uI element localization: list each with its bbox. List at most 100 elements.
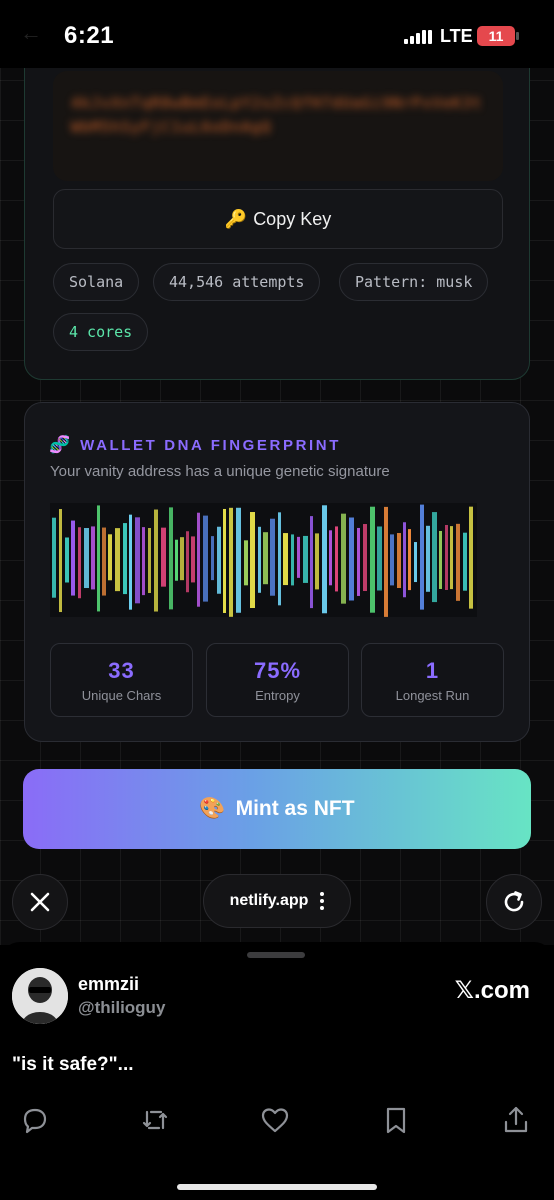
dna-bar [291, 534, 294, 586]
close-icon [30, 892, 50, 912]
battery-level: 11 [488, 28, 504, 44]
chip-cores: 4 cores [53, 313, 149, 351]
dna-bar [148, 528, 151, 594]
post-text: "is it safe?"... [12, 1054, 134, 1075]
cellular-signal-icon [404, 28, 434, 44]
stat-value: 33 [108, 658, 135, 683]
mint-nft-button[interactable]: 🎨 Mint as NFT [23, 769, 531, 849]
dna-bar [236, 507, 241, 613]
dna-bar [102, 527, 106, 596]
dna-bar [108, 534, 112, 581]
network-type: LTE [440, 26, 473, 46]
stat-unique-chars: 33 Unique Chars [50, 643, 193, 717]
dna-card: 🧬 WALLET DNA FINGERPRINT Your vanity add… [24, 402, 530, 742]
url-text: netlify.app [229, 892, 309, 909]
dna-bar [384, 506, 388, 617]
close-button[interactable] [12, 874, 68, 930]
dna-bar [445, 524, 448, 590]
dna-bar [390, 534, 394, 586]
home-indicator [177, 1184, 377, 1190]
reload-button[interactable] [486, 874, 542, 930]
dna-bar [310, 516, 313, 609]
dna-bar [283, 533, 288, 586]
chip-network: Solana [53, 263, 140, 301]
dna-bar [341, 513, 346, 604]
reply-icon[interactable] [19, 1104, 51, 1136]
dna-bar [426, 525, 430, 592]
share-icon[interactable] [500, 1104, 532, 1136]
chip-pattern: Pattern: musk [339, 263, 489, 301]
stat-label: Unique Chars [81, 688, 162, 703]
more-icon[interactable] [320, 892, 325, 910]
stat-value: 1 [425, 658, 440, 683]
dna-bar [211, 536, 214, 581]
dna-bar [297, 536, 300, 578]
dna-card-subtitle: Your vanity address has a unique genetic… [50, 463, 390, 480]
dna-bar [329, 530, 332, 586]
dna-icon: 🧬 [49, 435, 71, 454]
chip-attempts: 44,546 attempts [153, 263, 321, 301]
reload-icon [504, 891, 524, 912]
source-label[interactable]: 𝕏.com [455, 976, 530, 1005]
dna-bar [91, 526, 95, 590]
status-time: 6:21 [64, 22, 115, 49]
dna-bar [52, 517, 56, 598]
dna-bar [377, 526, 382, 591]
dna-bar [357, 527, 360, 596]
battery-icon: 11 [477, 26, 519, 46]
dna-bar [349, 517, 354, 601]
dna-bar [258, 526, 261, 593]
stat-longest-run: 1 Longest Run [361, 643, 504, 717]
dna-bar [322, 505, 327, 614]
post-author-handle[interactable]: @thilioguy [78, 998, 165, 1018]
dna-bar [71, 520, 75, 596]
dna-bar [217, 526, 221, 594]
dna-bar [450, 526, 453, 590]
stat-value: 75% [253, 658, 302, 683]
stat-entropy: 75% Entropy [206, 643, 349, 717]
avatar-icon [12, 968, 68, 1024]
dna-bar [408, 529, 411, 591]
sheet-grabber[interactable] [247, 952, 305, 958]
dna-bar [142, 527, 145, 596]
like-icon[interactable] [259, 1104, 291, 1136]
dna-bar [115, 528, 120, 592]
palette-icon: 🎨 [199, 797, 226, 820]
bookmark-icon[interactable] [380, 1104, 412, 1136]
post-author-name[interactable]: emmzii [78, 974, 139, 995]
dna-bar [191, 536, 195, 583]
dna-bar [278, 512, 281, 606]
dna-bar [303, 535, 308, 583]
dna-bar [439, 530, 442, 589]
key-icon: 🔑 [224, 208, 248, 229]
dna-bar [161, 527, 166, 587]
dna-bar [78, 527, 81, 599]
private-key-text: 4kJvXnTqR8wBmEoLpY2sZcQfH7dUaGi9NrPxVeK3… [71, 94, 483, 136]
dna-bar [223, 508, 226, 613]
mint-nft-label: Mint as NFT [235, 797, 355, 820]
copy-key-button[interactable]: 🔑 Copy Key [53, 189, 503, 249]
dna-bar [65, 537, 69, 583]
dna-barcode [50, 503, 477, 617]
dna-bar [370, 506, 375, 613]
dna-bar [175, 539, 178, 581]
dna-bar [135, 517, 140, 604]
dna-bar [420, 504, 424, 610]
dna-bar [463, 532, 467, 591]
dna-bar [97, 505, 100, 612]
dna-bar [315, 533, 319, 590]
avatar[interactable] [12, 968, 68, 1024]
back-arrow-icon: ← [20, 20, 42, 45]
dna-card-title: WALLET DNA FINGERPRINT [80, 436, 341, 454]
dna-bar [197, 512, 200, 607]
key-card: 4kJvXnTqR8wBmEoLpY2sZcQfH7dUaGi9NrPxVeK3… [24, 40, 530, 380]
dna-bar [335, 526, 338, 592]
dna-bar [129, 514, 132, 610]
dna-bar [270, 518, 275, 596]
copy-key-label: Copy Key [253, 208, 332, 229]
private-key-display: 4kJvXnTqR8wBmEoLpY2sZcQfH7dUaGi9NrPxVeK3… [53, 71, 503, 181]
stat-label: Entropy [255, 688, 300, 703]
dna-bar [186, 531, 189, 593]
url-bar[interactable]: netlify.app [203, 874, 351, 928]
repost-icon[interactable] [139, 1104, 171, 1136]
